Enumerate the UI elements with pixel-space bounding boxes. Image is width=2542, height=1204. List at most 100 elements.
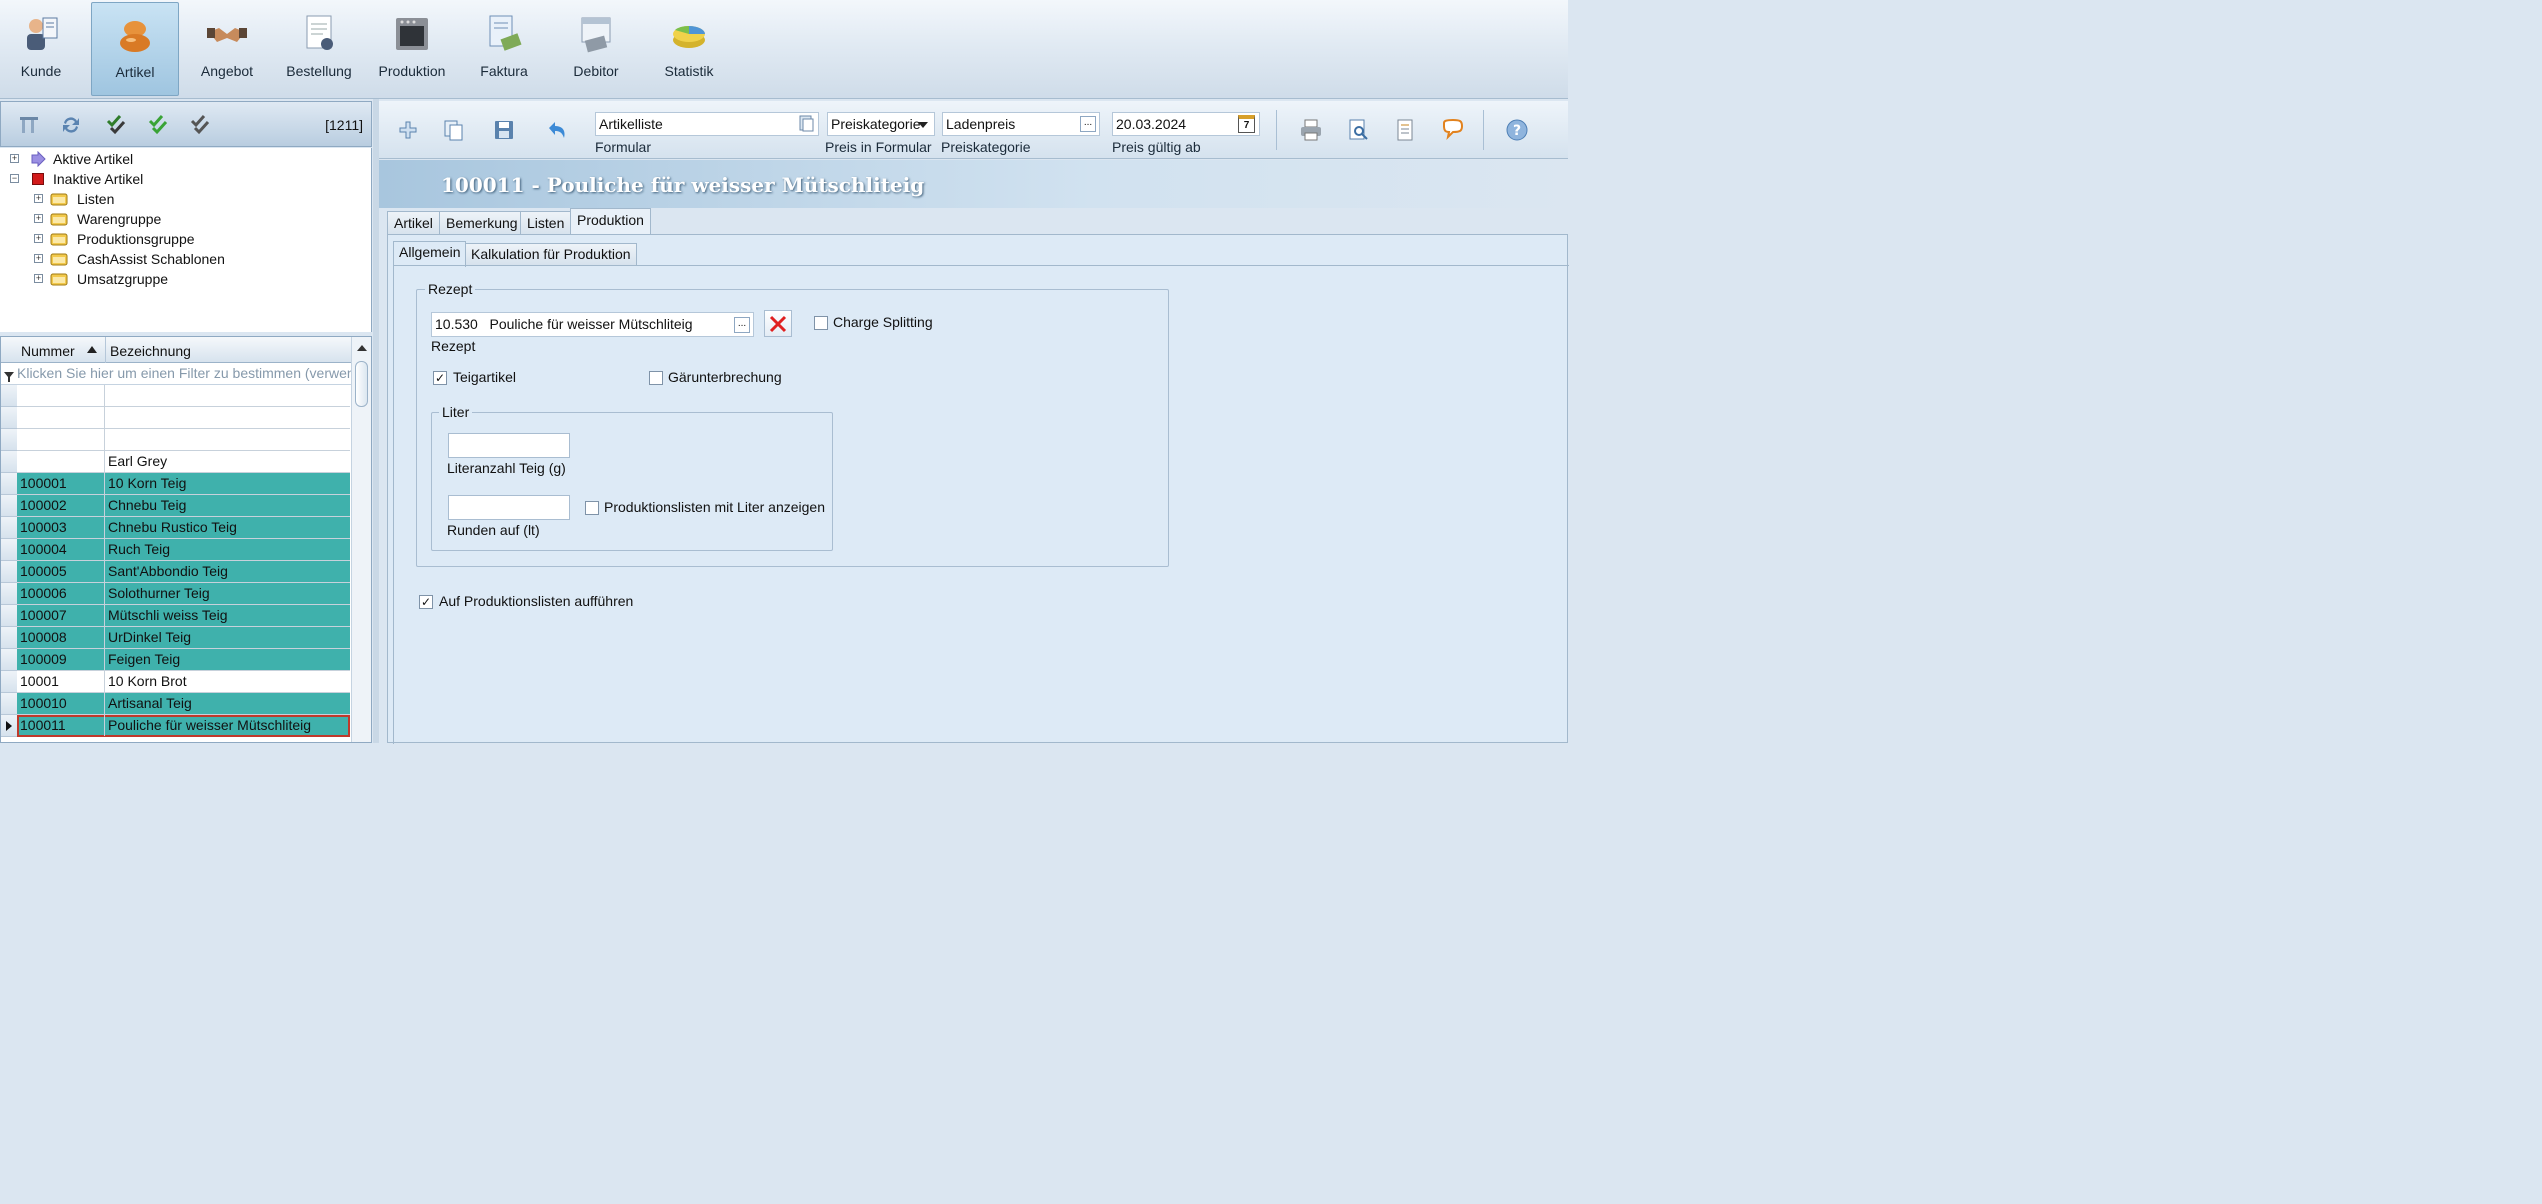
scroll-up-icon[interactable]: [357, 345, 367, 351]
preis-in-formular-dropdown[interactable]: Preiskategorie: [827, 112, 935, 136]
main-ribbon: Kunde Artikel Angebot Bestellung Produkt…: [0, 0, 1568, 99]
table-row[interactable]: 100005 Sant'Abbondio Teig: [17, 561, 350, 583]
tab-listen[interactable]: Listen: [520, 211, 572, 235]
calendar-icon[interactable]: 7: [1238, 115, 1255, 133]
scrollbar-thumb[interactable]: [355, 361, 368, 407]
charge-splitting-checkbox[interactable]: [814, 316, 828, 330]
check-all-icon[interactable]: [105, 113, 129, 137]
rezept-field[interactable]: 10.530 Pouliche für weisser Mütschliteig…: [431, 312, 754, 337]
stop-square-icon: [32, 173, 44, 185]
expand-icon[interactable]: +: [34, 274, 43, 283]
auf-produktionslisten-checkbox[interactable]: ✓: [419, 595, 433, 609]
layout-columns-icon[interactable]: [17, 113, 41, 137]
table-row[interactable]: 100002 Chnebu Teig: [17, 495, 350, 517]
table-row[interactable]: [17, 429, 350, 451]
formular-field[interactable]: Artikelliste: [595, 112, 819, 136]
check-active-icon[interactable]: [147, 113, 171, 137]
expand-icon[interactable]: +: [34, 214, 43, 223]
table-row[interactable]: 100010 Artisanal Teig: [17, 693, 350, 715]
filter-row[interactable]: Klicken Sie hier um einen Filter zu best…: [1, 363, 351, 385]
row-selector[interactable]: [1, 429, 17, 451]
row-selector[interactable]: [1, 627, 17, 649]
table-row[interactable]: 100003 Chnebu Rustico Teig: [17, 517, 350, 539]
row-selector[interactable]: [1, 671, 17, 693]
row-selector[interactable]: [1, 605, 17, 627]
table-row[interactable]: 100006 Solothurner Teig: [17, 583, 350, 605]
produktion-tab-content: Allgemein Kalkulation für Produktion Rez…: [387, 234, 1569, 744]
add-icon[interactable]: [396, 118, 420, 142]
row-selector[interactable]: [1, 407, 17, 429]
row-selector[interactable]: [1, 385, 17, 407]
ribbon-artikel-button[interactable]: Artikel: [91, 2, 179, 96]
subtab-allgemein[interactable]: Allgemein: [393, 241, 467, 267]
dropdown-arrow-icon[interactable]: [918, 122, 928, 128]
gaerunterbrechung-checkbox[interactable]: [649, 371, 663, 385]
table-row[interactable]: 10001 10 Korn Brot: [17, 671, 350, 693]
produktionslisten-liter-checkbox[interactable]: [585, 501, 599, 515]
preis-gueltig-date-field[interactable]: 20.03.2024 7: [1112, 112, 1260, 136]
tab-artikel[interactable]: Artikel: [387, 211, 440, 235]
subtab-kalkulation[interactable]: Kalkulation für Produktion: [465, 243, 637, 265]
help-icon[interactable]: ?: [1505, 118, 1529, 142]
ribbon-bestellung-button[interactable]: Bestellung: [278, 2, 360, 96]
collapse-icon[interactable]: −: [10, 174, 19, 183]
ribbon-produktion-button[interactable]: Produktion: [370, 2, 454, 96]
cell-number: 100010: [17, 693, 105, 714]
preiskategorie-field[interactable]: Ladenpreis ...: [942, 112, 1100, 136]
expand-icon[interactable]: +: [10, 154, 19, 163]
table-row[interactable]: 100009 Feigen Teig: [17, 649, 350, 671]
refresh-icon[interactable]: [59, 113, 83, 137]
table-row[interactable]: [17, 407, 350, 429]
column-header-number[interactable]: Nummer: [21, 343, 75, 359]
row-selector[interactable]: [1, 539, 17, 561]
row-selector[interactable]: [1, 517, 17, 539]
ellipsis-button[interactable]: ...: [734, 317, 750, 333]
tab-produktion[interactable]: Produktion: [570, 208, 651, 235]
column-header-name[interactable]: Bezeichnung: [110, 343, 191, 359]
auf-produktionslisten-label: Auf Produktionslisten aufführen: [439, 593, 634, 609]
table-row[interactable]: [17, 385, 350, 407]
ribbon-angebot-button[interactable]: Angebot: [184, 2, 270, 96]
svg-text:?: ?: [1513, 123, 1521, 139]
expand-icon[interactable]: +: [34, 234, 43, 243]
sort-ascending-icon[interactable]: [87, 346, 97, 353]
tab-bemerkung[interactable]: Bemerkung: [439, 211, 525, 235]
ellipsis-button[interactable]: ...: [1080, 116, 1096, 132]
report-icon[interactable]: [1393, 118, 1417, 142]
check-inactive-icon[interactable]: [189, 113, 213, 137]
copy-icon[interactable]: [441, 118, 465, 142]
ribbon-kunde-button[interactable]: Kunde: [0, 2, 82, 96]
row-selector[interactable]: [1, 561, 17, 583]
row-selector[interactable]: [1, 715, 17, 737]
ribbon-faktura-button[interactable]: Faktura: [464, 2, 544, 96]
expand-icon[interactable]: +: [34, 194, 43, 203]
save-icon[interactable]: [492, 118, 516, 142]
table-row[interactable]: 100008 UrDinkel Teig: [17, 627, 350, 649]
undo-icon[interactable]: [545, 118, 569, 142]
row-selector[interactable]: [1, 473, 17, 495]
comment-icon[interactable]: [1441, 118, 1465, 142]
print-preview-icon[interactable]: [1346, 118, 1370, 142]
grid-scrollbar[interactable]: [351, 337, 371, 742]
row-selector[interactable]: [1, 451, 17, 473]
row-selector[interactable]: [1, 693, 17, 715]
clear-rezept-button[interactable]: [764, 310, 792, 337]
table-row[interactable]: 100004 Ruch Teig: [17, 539, 350, 561]
row-selector[interactable]: [1, 495, 17, 517]
ribbon-debitor-button[interactable]: Debitor: [556, 2, 636, 96]
table-row[interactable]: Earl Grey: [17, 451, 350, 473]
teigartikel-checkbox[interactable]: ✓: [433, 371, 447, 385]
arrow-right-icon: [31, 151, 46, 167]
printer-icon[interactable]: [1299, 118, 1323, 142]
table-row[interactable]: 100001 10 Korn Teig: [17, 473, 350, 495]
table-row[interactable]: 100007 Mütschli weiss Teig: [17, 605, 350, 627]
expand-icon[interactable]: +: [34, 254, 43, 263]
literanzahl-input[interactable]: [448, 433, 570, 458]
document-lookup-icon[interactable]: [797, 115, 815, 133]
row-selector[interactable]: [1, 583, 17, 605]
table-row[interactable]: 100011 Pouliche für weisser Mütschliteig: [17, 715, 350, 737]
runden-input[interactable]: [448, 495, 570, 520]
ribbon-statistik-button[interactable]: Statistik: [648, 2, 730, 96]
formular-value: Artikelliste: [599, 116, 663, 132]
row-selector[interactable]: [1, 649, 17, 671]
